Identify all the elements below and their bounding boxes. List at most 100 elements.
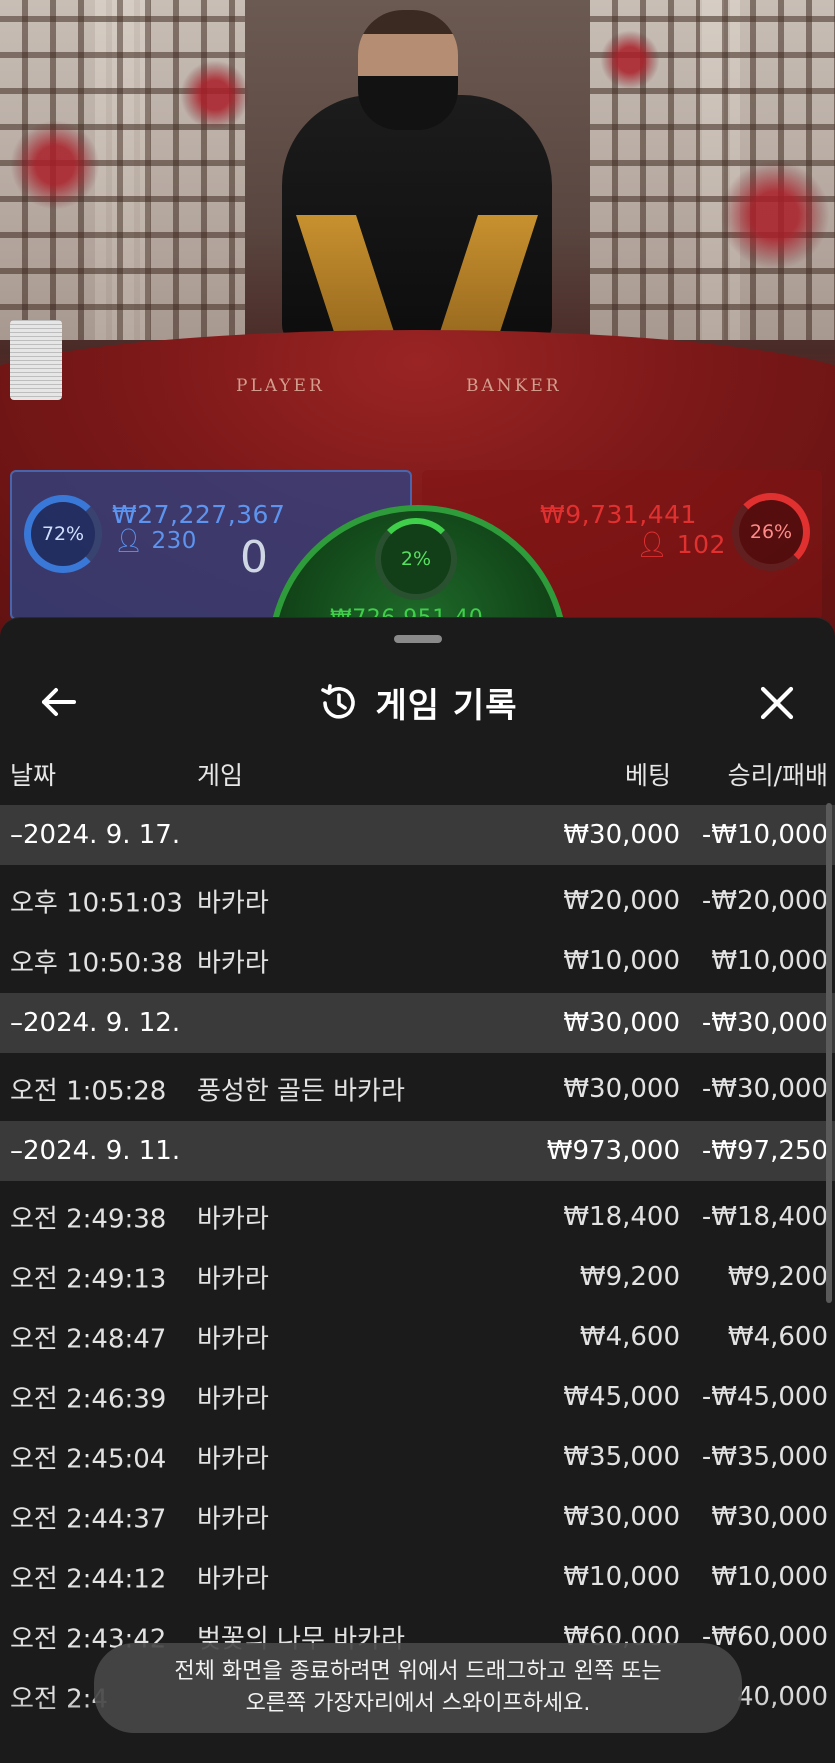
history-table-body: –2024. 9. 17. ₩30,000 -₩10,000 오후 10:51:03 바… — [0, 803, 835, 1727]
player-percent-ring: 72% — [24, 495, 102, 573]
live-video-feed: PLAYER BANKER 72% ₩27,227,367 👤︎ 230 0 2… — [0, 0, 835, 640]
history-row[interactable]: 오전 2:49:13 바카라 ₩9,200 ₩9,200 — [0, 1247, 835, 1307]
date-group-label: –2024. 9. 11. — [10, 1136, 181, 1166]
banker-bet-amount: ₩9,731,441 — [540, 500, 697, 529]
fullscreen-hint-toast: 전체 화면을 종료하려면 위에서 드래그하고 왼쪽 또는 오른쪽 가장자리에서 … — [94, 1643, 742, 1733]
row-result: ₩4,600 — [727, 1322, 828, 1352]
row-bet: ₩9,200 — [579, 1262, 680, 1292]
game-history-sheet: 게임 기록 날짜 게임 베팅 승리/패배 –2024. 9. 17. ₩30,00… — [0, 617, 835, 1763]
row-result: ₩10,000 — [711, 1562, 828, 1592]
row-result: -₩18,400 — [701, 1202, 828, 1232]
sheet-header: 게임 기록 — [0, 658, 835, 748]
history-row[interactable]: 오후 10:50:38 바카라 ₩10,000 ₩10,000 — [0, 931, 835, 991]
blossom-decoration — [600, 30, 660, 90]
row-time: 오전 2:49:13 — [10, 1264, 167, 1295]
banker-percent-ring: 26% — [732, 493, 810, 571]
person-icon: 👤︎ — [114, 528, 144, 554]
page-title: 게임 기록 — [375, 686, 518, 726]
row-bet: ₩10,000 — [563, 1562, 680, 1592]
date-group-result-total: -₩30,000 — [701, 1008, 828, 1038]
blossom-decoration — [720, 160, 830, 270]
row-bet: ₩18,400 — [563, 1202, 680, 1232]
player-count: 👤︎ 230 — [114, 528, 197, 554]
date-group-row[interactable]: –2024. 9. 17. ₩30,000 -₩10,000 — [0, 805, 835, 865]
banker-table-label: BANKER — [466, 376, 562, 396]
row-bet: ₩45,000 — [563, 1382, 680, 1412]
date-group-result-total: -₩97,250 — [701, 1136, 828, 1166]
history-row[interactable]: 오전 2:44:37 바카라 ₩30,000 ₩30,000 — [0, 1487, 835, 1547]
row-game: 바카라 — [197, 888, 269, 919]
row-bet: ₩30,000 — [563, 1502, 680, 1532]
row-bet: ₩35,000 — [563, 1442, 680, 1472]
history-row[interactable]: 오전 2:49:38 바카라 ₩18,400 -₩18,400 — [0, 1187, 835, 1247]
player-percent: 72% — [41, 523, 85, 545]
date-group-label: –2024. 9. 17. — [10, 820, 181, 850]
column-header-game: 게임 — [197, 761, 244, 790]
row-game: 바카라 — [197, 1204, 269, 1235]
row-bet: ₩4,600 — [579, 1322, 680, 1352]
tie-percent-ring: 2% — [375, 518, 457, 600]
player-score: 0 — [240, 532, 269, 583]
row-result: 40,000 — [737, 1682, 828, 1712]
row-time: 오전 2:46:39 — [10, 1384, 167, 1415]
row-result: ₩10,000 — [711, 946, 828, 976]
toast-line-1: 전체 화면을 종료하려면 위에서 드래그하고 왼쪽 또는 — [174, 1659, 662, 1684]
toast-line-2: 오른쪽 가장자리에서 스와이프하세요. — [245, 1691, 591, 1716]
row-game: 바카라 — [197, 1264, 269, 1295]
history-row[interactable]: 오전 2:48:47 바카라 ₩4,600 ₩4,600 — [0, 1307, 835, 1367]
close-icon — [760, 686, 794, 720]
table-header: 날짜 게임 베팅 승리/패배 — [0, 748, 835, 798]
blossom-decoration — [180, 60, 250, 130]
row-bet: ₩30,000 — [563, 1074, 680, 1104]
row-time: 오전 2:48:47 — [10, 1324, 167, 1355]
dealer-head — [358, 10, 458, 130]
row-game: 바카라 — [197, 1444, 269, 1475]
history-row[interactable]: 오전 2:45:04 바카라 ₩35,000 -₩35,000 — [0, 1427, 835, 1487]
row-game: 바카라 — [197, 1324, 269, 1355]
column-header-bet: 베팅 — [624, 761, 671, 790]
row-result: ₩9,200 — [727, 1262, 828, 1292]
history-row[interactable]: 오전 2:44:12 바카라 ₩10,000 ₩10,000 — [0, 1547, 835, 1607]
banker-percent: 26% — [749, 521, 793, 543]
date-group-row[interactable]: –2024. 9. 11. ₩973,000 -₩97,250 — [0, 1121, 835, 1181]
row-game: 바카라 — [197, 1384, 269, 1415]
row-game: 바카라 — [197, 1504, 269, 1535]
row-time: 오전 2:49:38 — [10, 1204, 167, 1235]
date-group-bet-total: ₩30,000 — [563, 1008, 680, 1038]
row-result: -₩45,000 — [701, 1382, 828, 1412]
column-header-date: 날짜 — [10, 761, 57, 790]
date-group-label: –2024. 9. 12. — [10, 1008, 181, 1038]
close-button[interactable] — [752, 678, 802, 728]
history-row[interactable]: 오전 1:05:28 풍성한 골든 바카라 ₩30,000 -₩30,000 — [0, 1059, 835, 1119]
date-group-bet-total: ₩30,000 — [563, 820, 680, 850]
scrollbar[interactable] — [826, 803, 832, 1303]
dealer — [282, 95, 552, 375]
date-group-bet-total: ₩973,000 — [546, 1136, 680, 1166]
row-time: 오후 10:50:38 — [10, 948, 183, 979]
row-game: 풍성한 골든 바카라 — [197, 1076, 405, 1107]
row-result: -₩30,000 — [701, 1074, 828, 1104]
sheet-title-group: 게임 기록 — [0, 678, 835, 727]
tie-percent: 2% — [400, 548, 432, 570]
row-result: -₩35,000 — [701, 1442, 828, 1472]
row-result: ₩30,000 — [711, 1502, 828, 1532]
date-group-result-total: -₩10,000 — [701, 820, 828, 850]
history-icon — [320, 683, 355, 719]
row-time: 오전 2:44:37 — [10, 1504, 167, 1535]
row-time: 오전 1:05:28 — [10, 1076, 167, 1107]
row-game: 바카라 — [197, 948, 269, 979]
sheet-drag-handle[interactable] — [394, 635, 442, 643]
row-result: -₩20,000 — [701, 886, 828, 916]
player-table-label: PLAYER — [236, 376, 325, 396]
row-time: 오전 2:44:12 — [10, 1564, 167, 1595]
row-time: 오후 10:51:03 — [10, 888, 183, 919]
card-stack — [10, 320, 62, 400]
row-game: 바카라 — [197, 1564, 269, 1595]
background-screen-panel — [95, 0, 245, 340]
history-row[interactable]: 오전 2:46:39 바카라 ₩45,000 -₩45,000 — [0, 1367, 835, 1427]
date-group-row[interactable]: –2024. 9. 12. ₩30,000 -₩30,000 — [0, 993, 835, 1053]
history-row[interactable]: 오후 10:51:03 바카라 ₩20,000 -₩20,000 — [0, 871, 835, 931]
row-bet: ₩10,000 — [563, 946, 680, 976]
player-bet-amount: ₩27,227,367 — [112, 500, 286, 529]
banker-count: 👤︎ 102 — [636, 530, 726, 559]
